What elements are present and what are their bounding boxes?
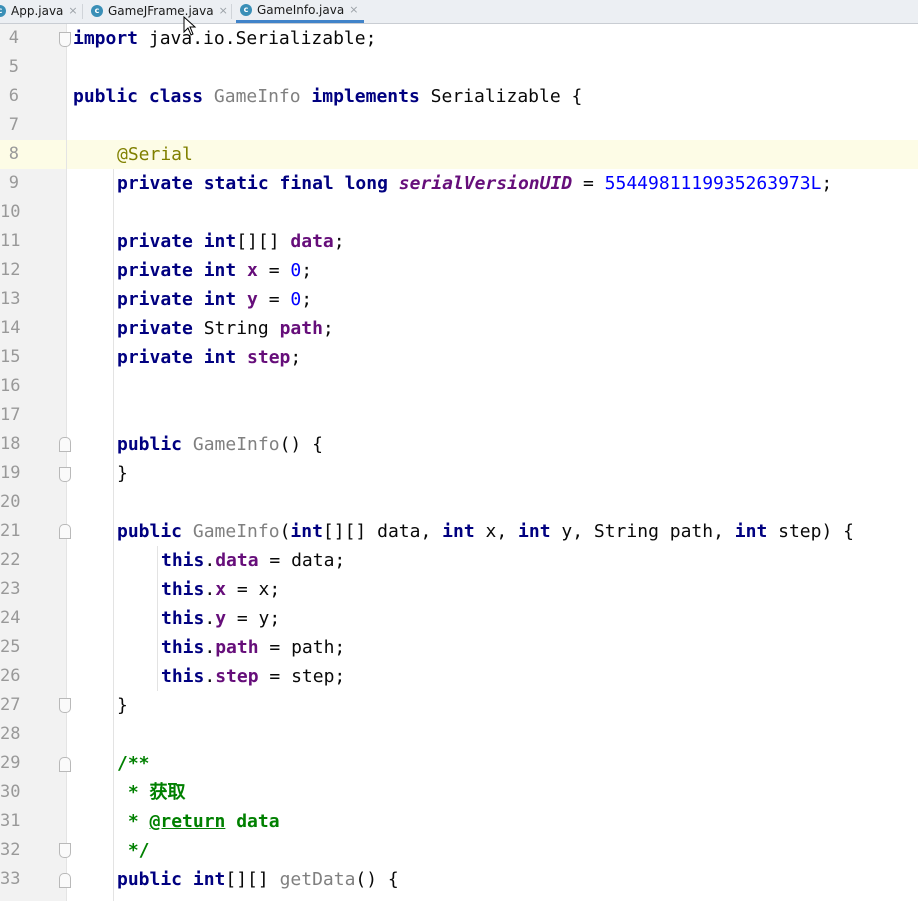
code-line: private String path; [117,318,334,339]
class-icon: c [240,4,252,16]
fold-marker-icon[interactable] [59,698,71,713]
tab-app-java[interactable]: c App.java × [0,0,78,22]
class-icon: c [91,5,103,17]
line-number: 24 [0,608,21,628]
line-number: 27 [0,695,21,715]
code-line: this.path = path; [161,637,346,658]
line-number: 32 [0,840,21,860]
line-number: 23 [0,579,21,599]
code-line: private int x = 0; [117,260,313,281]
code-line: } [117,695,128,716]
tab-gameinfo-java[interactable]: c GameInfo.java × [236,0,365,23]
line-number: 18 [0,434,21,454]
code-line: public int[][] getData() { [117,869,399,890]
code-line: import java.io.Serializable; [73,28,377,49]
line-number: 6 [8,86,19,106]
tab-label: GameInfo.java [257,3,345,17]
line-number: 22 [0,550,21,570]
line-number: 28 [0,724,21,744]
line-number: 5 [8,57,19,77]
line-number: 7 [8,115,19,135]
current-line-highlight [67,140,918,169]
code-line: * @return data [117,811,280,832]
editor-tab-bar: c App.java × c GameJFrame.java × c GameI… [0,0,918,24]
fold-marker-icon[interactable] [59,524,71,539]
line-number: 12 [0,260,21,280]
code-line: this.step = step; [161,666,346,687]
fold-marker-icon[interactable] [59,843,71,858]
line-number: 17 [0,405,21,425]
line-number: 21 [0,521,21,541]
line-number: 15 [0,347,21,367]
fold-marker-icon[interactable] [59,32,71,47]
code-line: @Serial [117,144,193,165]
line-number: 10 [0,202,21,222]
line-number: 29 [0,753,21,773]
line-number: 19 [0,463,21,483]
line-number: 16 [0,376,21,396]
line-number: 13 [0,289,21,309]
line-number: 8 [8,144,19,164]
class-icon: c [0,5,6,17]
tab-label: GameJFrame.java [108,4,214,18]
tab-label: App.java [11,4,64,18]
tab-gamejframe-java[interactable]: c GameJFrame.java × [91,0,228,22]
close-icon[interactable]: × [68,0,77,22]
code-line: this.y = y; [161,608,281,629]
line-number: 25 [0,637,21,657]
code-line: this.data = data; [161,550,346,571]
line-number: 33 [0,869,21,889]
code-line: /** [117,753,150,774]
fold-marker-icon[interactable] [59,873,71,888]
code-line: private int[][] data; [117,231,345,252]
close-icon[interactable]: × [219,0,228,22]
code-line: */ [117,840,150,861]
code-line: private static final long serialVersionU… [117,173,833,194]
line-number: 26 [0,666,21,686]
fold-marker-icon[interactable] [59,757,71,772]
code-line: * 获取 [117,782,186,803]
fold-marker-icon[interactable] [59,467,71,482]
code-line: public class GameInfo implements Seriali… [73,86,583,107]
line-number: 9 [8,173,19,193]
code-line: } [117,463,128,484]
line-number: 11 [0,231,21,251]
code-line: this.x = x; [161,579,281,600]
code-line: public GameInfo(int[][] data, int x, int… [117,521,854,542]
line-number: 31 [0,811,21,831]
line-number: 30 [0,782,21,802]
fold-marker-icon[interactable] [59,437,71,452]
line-number: 4 [8,28,19,48]
code-line: private int y = 0; [117,289,313,310]
line-number: 14 [0,318,21,338]
close-icon[interactable]: × [349,0,358,21]
code-line: private int step; [117,347,302,368]
line-number: 20 [0,492,21,512]
code-line: public GameInfo() { [117,434,323,455]
